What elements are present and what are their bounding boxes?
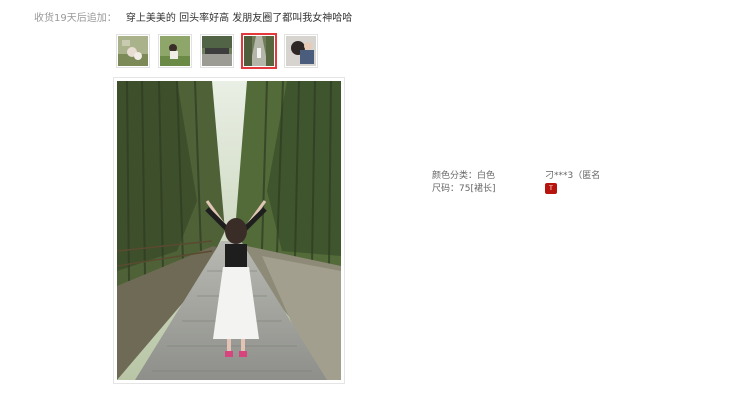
followup-review: 收货19天后追加： 穿上美美的 回头率好高 发朋友圈了都叫我女神哈哈 xyxy=(34,12,352,26)
review-photo-image xyxy=(117,81,341,380)
size-value: 75[裙长] xyxy=(459,184,496,194)
review-main-photo xyxy=(117,81,341,380)
thumbnail-4-image xyxy=(244,36,274,66)
reviewer-name: 刁***3（匿名 xyxy=(545,171,601,181)
thumbnail-3-image xyxy=(202,36,232,66)
followup-label: 收货19天后追加： xyxy=(34,13,117,24)
user-level-badge-icon: T xyxy=(545,183,557,194)
followup-text: 穿上美美的 回头率好高 发朋友圈了都叫我女神哈哈 xyxy=(125,13,353,24)
review-main-photo-frame[interactable] xyxy=(113,77,345,384)
size-label: 尺码： xyxy=(432,184,460,194)
color-label: 颜色分类： xyxy=(432,171,478,181)
color-value: 白色 xyxy=(477,171,496,181)
thumbnail-2-image xyxy=(160,36,190,66)
thumbnail-5-image xyxy=(286,36,316,66)
thumbnail-1[interactable] xyxy=(116,34,150,68)
thumbnail-3[interactable] xyxy=(200,34,234,68)
thumbnail-5[interactable] xyxy=(284,34,318,68)
thumbnail-1-image xyxy=(118,36,148,66)
thumbnail-2[interactable] xyxy=(158,34,192,68)
sku-info: 颜色分类：白色 尺码：75[裙长] xyxy=(432,170,496,196)
thumbnail-4[interactable] xyxy=(241,33,277,69)
